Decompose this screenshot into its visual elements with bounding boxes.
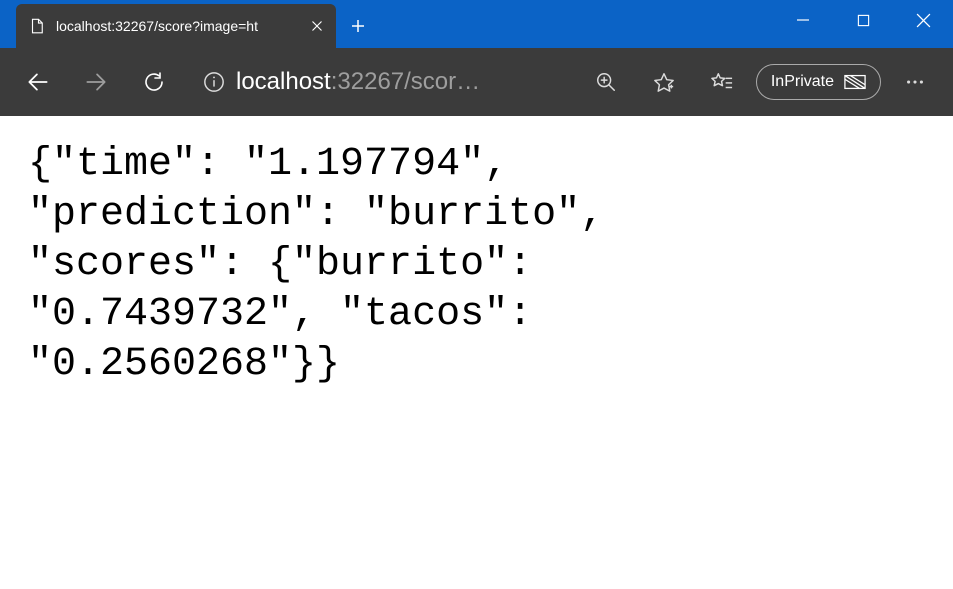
toolbar: localhost:32267/scor… InPrivate [0,48,953,116]
inprivate-icon [844,74,866,90]
favorite-icon[interactable] [640,58,688,106]
window-controls [773,0,953,40]
favorites-list-icon[interactable] [698,58,746,106]
url-text: localhost:32267/scor… [236,68,480,96]
refresh-button[interactable] [130,58,178,106]
back-button[interactable] [14,58,62,106]
inprivate-label: InPrivate [771,73,834,91]
page-content: {"time": "1.197794", "prediction": "burr… [0,116,750,414]
browser-tab[interactable]: localhost:32267/score?image=ht [16,4,336,48]
menu-button[interactable] [891,58,939,106]
close-tab-icon[interactable] [310,19,324,33]
inprivate-badge[interactable]: InPrivate [756,64,881,100]
minimize-button[interactable] [773,0,833,40]
title-bar: localhost:32267/score?image=ht [0,0,953,48]
address-bar[interactable]: localhost:32267/scor… [196,64,480,100]
close-window-button[interactable] [893,0,953,40]
new-tab-button[interactable] [336,4,380,48]
url-host: localhost [236,68,331,96]
zoom-icon[interactable] [582,58,630,106]
forward-button[interactable] [72,58,120,106]
tab-title: localhost:32267/score?image=ht [56,18,300,34]
site-info-icon[interactable] [196,64,232,100]
page-icon [28,17,46,35]
url-path: :32267/scor… [331,68,480,96]
maximize-button[interactable] [833,0,893,40]
